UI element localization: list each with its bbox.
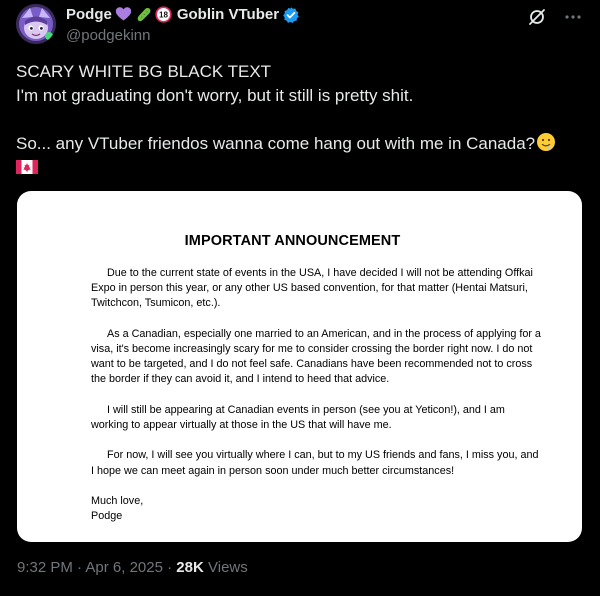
purple-heart-icon: [115, 6, 132, 23]
no-under-18-icon: 18: [155, 6, 172, 23]
author-name-suffix[interactable]: Goblin VTuber: [177, 6, 279, 23]
views-label: Views: [208, 559, 248, 576]
tweet-text: SCARY WHITE BG BLACK TEXT I'm not gradua…: [16, 60, 586, 180]
announcement-image[interactable]: IMPORTANT ANNOUNCEMENT Due to the curren…: [17, 191, 582, 542]
tweet-line-3: So... any VTuber friendos wanna come han…: [16, 132, 586, 156]
avatar[interactable]: [16, 4, 56, 44]
slightly-smiling-drooling-face-icon: [536, 132, 556, 152]
announcement-paragraph: For now, I will see you virtually where …: [91, 449, 539, 477]
views-count[interactable]: 28K: [176, 559, 204, 576]
tweet-line-1: SCARY WHITE BG BLACK TEXT: [16, 62, 272, 81]
author-name-row[interactable]: Podge 18 Goblin VTuber: [66, 6, 299, 24]
announcement-signoff: Much love,: [91, 494, 144, 507]
announcement-paragraph: Due to the current state of events in th…: [91, 267, 533, 310]
announcement-signature: Podge: [91, 510, 123, 523]
tweet-line-4: [16, 156, 586, 180]
announcement-title: IMPORTANT ANNOUNCEMENT: [184, 233, 401, 249]
svg-text:18: 18: [159, 11, 168, 20]
verified-badge-icon[interactable]: [282, 6, 299, 24]
announcement-paragraph: I will still be appearing at Canadian ev…: [91, 403, 505, 431]
author-display-name[interactable]: Podge: [66, 6, 112, 23]
tweet-line-2: I'm not graduating don't worry, but it s…: [16, 86, 414, 105]
tweet-date[interactable]: Apr 6, 2025: [85, 559, 163, 576]
author-handle[interactable]: @podgekinn: [66, 27, 150, 44]
meta-separator: ·: [167, 559, 173, 576]
tweet: Podge 18 Goblin VTuber @podgekinn SCARY …: [0, 0, 600, 596]
more-icon[interactable]: [562, 6, 584, 28]
tweet-actions-top: [526, 6, 584, 28]
cucumber-icon: [135, 6, 152, 23]
meta-separator: ·: [77, 559, 83, 576]
canada-flag-icon: [16, 158, 38, 174]
tweet-meta: 9:32 PM · Apr 6, 2025 · 28K Views: [17, 559, 248, 576]
announcement-paragraph: As a Canadian, especially one married to…: [91, 327, 541, 386]
grok-icon[interactable]: [526, 6, 548, 28]
announcement-body: Due to the current state of events in th…: [91, 266, 541, 524]
tweet-line-3-text: So... any VTuber friendos wanna come han…: [16, 134, 536, 153]
tweet-time[interactable]: 9:32 PM: [17, 559, 73, 576]
